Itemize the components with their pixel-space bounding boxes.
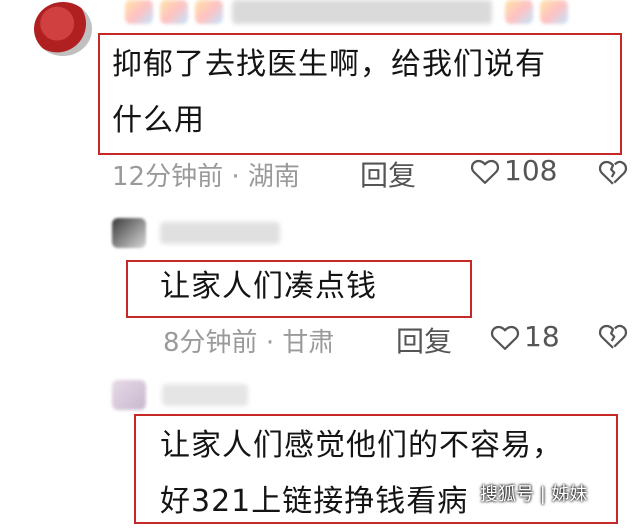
- avatar[interactable]: [112, 380, 146, 410]
- avatar[interactable]: [112, 218, 146, 248]
- reply-button[interactable]: 回复: [360, 154, 416, 194]
- emoji-icon: [125, 0, 153, 24]
- like-button[interactable]: 18: [490, 320, 560, 353]
- comment-text: 抑郁了去找医生啊，给我们说有 什么用: [112, 37, 612, 149]
- comment-location: 湖南: [247, 162, 300, 192]
- comment-time: 12分钟前: [112, 162, 224, 192]
- comment-line: 什么用: [112, 103, 205, 138]
- username-blurred[interactable]: [162, 384, 248, 406]
- emoji-icon: [195, 0, 223, 24]
- comment-meta: 12分钟前 · 湖南: [112, 156, 300, 193]
- like-count: 108: [504, 154, 558, 187]
- emoji-icon: [160, 0, 188, 24]
- avatar[interactable]: [34, 2, 92, 56]
- comment-location: 甘肃: [282, 328, 335, 358]
- comment-meta: 8分钟前 · 甘肃: [163, 322, 334, 359]
- username-blurred[interactable]: [232, 0, 492, 24]
- emoji-icon: [540, 0, 568, 24]
- dislike-icon[interactable]: [598, 158, 628, 186]
- meta-separator: ·: [265, 328, 275, 358]
- dislike-icon[interactable]: [598, 322, 628, 350]
- comment-text: 让家人们凑点钱: [160, 269, 377, 304]
- comment-text: 让家人们感觉他们的不容易， 好321上链接挣钱看病: [160, 418, 620, 530]
- like-count: 18: [524, 320, 560, 353]
- heart-icon: [470, 157, 500, 185]
- emoji-icon: [505, 0, 533, 24]
- reply-button[interactable]: 回复: [396, 320, 452, 360]
- comment-line: 抑郁了去找医生啊，给我们说有: [112, 47, 546, 82]
- watermark: 搜狐号 | 姊妹: [480, 484, 588, 505]
- comment-line: 让家人们感觉他们的不容易，: [160, 428, 563, 463]
- comment-time: 8分钟前: [163, 328, 258, 358]
- meta-separator: ·: [231, 162, 240, 192]
- heart-icon: [490, 323, 520, 351]
- like-button[interactable]: 108: [470, 154, 557, 187]
- username-blurred[interactable]: [160, 222, 280, 244]
